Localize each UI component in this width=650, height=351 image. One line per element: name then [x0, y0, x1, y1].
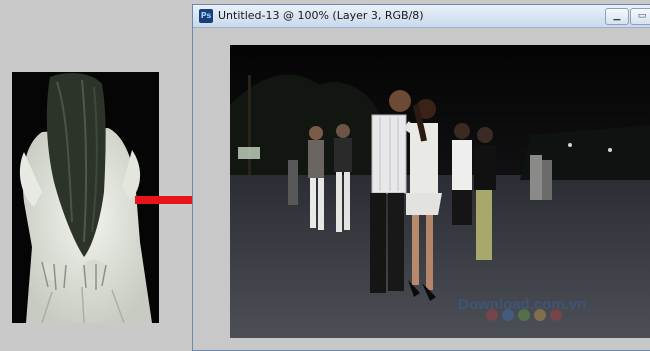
window-title: Untitled-13 @ 100% (Layer 3, RGB/8) [218, 9, 424, 22]
window-titlebar[interactable]: Ps Untitled-13 @ 100% (Layer 3, RGB/8) ▁… [193, 5, 650, 28]
photoshop-document-icon: Ps [199, 9, 213, 23]
minimize-button[interactable]: ▁ [605, 8, 629, 25]
maximize-button[interactable]: ▭ [630, 8, 650, 25]
document-canvas-area[interactable]: Download.com.vn [193, 28, 650, 350]
document-photo-canvas[interactable]: Download.com.vn [230, 45, 650, 338]
photoshop-document-window[interactable]: Ps Untitled-13 @ 100% (Layer 3, RGB/8) ▁… [192, 4, 650, 351]
